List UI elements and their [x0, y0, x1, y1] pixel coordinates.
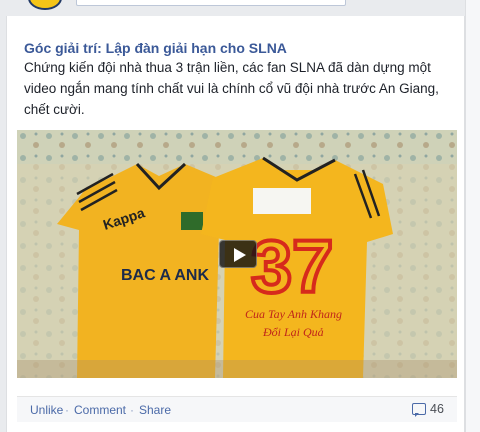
page-avatar[interactable]	[28, 0, 62, 10]
comment-link[interactable]: Comment	[74, 403, 126, 417]
post-actions-bar: Unlike · Comment · Share 46	[17, 396, 457, 422]
shirt-left-sponsor: BAC A ANK	[121, 267, 209, 284]
action-separator: ·	[65, 403, 69, 417]
comment-count[interactable]: 46	[430, 402, 444, 416]
post-title-link[interactable]: Góc giải trí: Lập đàn giải hạn cho SLNA	[24, 40, 287, 56]
post-description: Chứng kiến đội nhà thua 3 trận liền, các…	[24, 60, 439, 117]
play-icon[interactable]	[219, 240, 257, 268]
share-link[interactable]: Share	[139, 403, 171, 417]
shirt-number: 37	[251, 225, 333, 308]
comment-count-icon[interactable]	[412, 403, 426, 417]
shirt-text-line2: Đổi Lại Quả	[262, 325, 324, 339]
search-input[interactable]	[76, 0, 346, 6]
action-separator: ·	[130, 403, 134, 417]
right-column-edge	[465, 0, 480, 432]
top-bar	[0, 0, 480, 16]
shirt-text-line1: Cua Tay Anh Khang	[245, 307, 342, 321]
unlike-link[interactable]: Unlike	[30, 403, 63, 417]
